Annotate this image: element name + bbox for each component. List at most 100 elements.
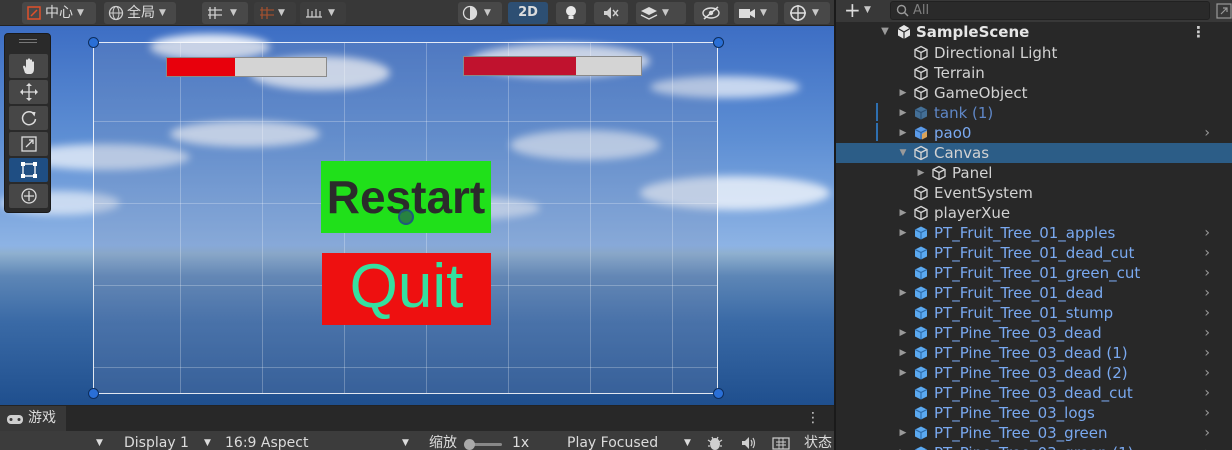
bug-icon[interactable] xyxy=(706,434,724,450)
hierarchy-item[interactable]: ▶ PT_Pine_Tree_03_green › xyxy=(836,423,1232,443)
hierarchy-item[interactable]: PT_Fruit_Tree_01_green_cut › xyxy=(836,263,1232,283)
hierarchy-item[interactable]: ▶ PT_Fruit_Tree_01_apples › xyxy=(836,223,1232,243)
chevron-right-icon[interactable]: › xyxy=(1204,343,1210,363)
chevron-right-icon[interactable]: › xyxy=(1204,423,1210,443)
fold-closed-icon[interactable]: ▶ xyxy=(916,163,926,183)
chevron-right-icon[interactable]: › xyxy=(1204,383,1210,403)
game-toolbar: ▼ Display 1 ▼ 16:9 Aspect ▼ 缩放 1x Play F… xyxy=(0,431,834,450)
tab-game[interactable]: 游戏 xyxy=(0,406,66,431)
hand-tool[interactable] xyxy=(9,54,48,78)
fold-open-icon[interactable]: ▼ xyxy=(898,143,908,163)
hierarchy-item[interactable]: ▶ GameObject xyxy=(836,83,1232,103)
hierarchy-item[interactable]: ▶ PT_Pine_Tree_03_green (1) › xyxy=(836,443,1232,450)
effects-dropdown[interactable]: ▼ xyxy=(636,2,686,24)
rect-handle-top-left[interactable] xyxy=(88,37,99,48)
chevron-right-icon[interactable]: › xyxy=(1204,223,1210,243)
quit-button[interactable]: Quit xyxy=(322,253,491,325)
grid-snap-button[interactable]: ▼ xyxy=(202,2,248,24)
hierarchy-item[interactable]: PT_Pine_Tree_03_dead_cut › xyxy=(836,383,1232,403)
rect-tool[interactable] xyxy=(9,158,48,182)
gameobject-cube-icon xyxy=(914,65,928,81)
space-dropdown[interactable]: 全局 ▼ xyxy=(104,2,176,24)
chevron-right-icon[interactable]: › xyxy=(1204,303,1210,323)
scale-slider-thumb[interactable] xyxy=(464,439,475,450)
ruler-icon xyxy=(306,9,322,18)
hierarchy-search-input[interactable]: All xyxy=(890,1,1210,20)
chevron-right-icon[interactable]: › xyxy=(1204,123,1210,143)
hierarchy-item[interactable]: PT_Fruit_Tree_01_stump › xyxy=(836,303,1232,323)
hierarchy-item[interactable]: Terrain xyxy=(836,63,1232,83)
fold-closed-icon[interactable]: ▶ xyxy=(898,123,908,143)
fold-closed-icon[interactable]: ▶ xyxy=(898,323,908,343)
fold-closed-icon[interactable]: ▶ xyxy=(898,103,908,123)
hierarchy-item[interactable]: ▶ tank (1) xyxy=(836,103,1232,123)
scale-icon xyxy=(20,136,37,152)
shading-mode-dropdown[interactable]: ▼ xyxy=(458,2,502,24)
fold-closed-icon[interactable]: ▶ xyxy=(898,423,908,443)
rect-handle-bottom-right[interactable] xyxy=(713,388,724,399)
fold-closed-icon[interactable]: ▶ xyxy=(898,83,908,103)
play-mode-dropdown[interactable]: Play Focused ▼ xyxy=(562,431,700,450)
increment-snap-button[interactable]: ▼ xyxy=(254,2,296,24)
snap-settings-button[interactable]: ▼ xyxy=(300,2,346,24)
2d-toggle[interactable]: 2D xyxy=(508,2,548,24)
hierarchy-item[interactable]: ▶ Panel xyxy=(836,163,1232,183)
rotate-tool[interactable] xyxy=(9,106,48,130)
chevron-right-icon[interactable]: › xyxy=(1204,363,1210,383)
scale-slider[interactable] xyxy=(464,439,502,450)
chevron-right-icon[interactable]: › xyxy=(1204,263,1210,283)
hierarchy-item[interactable]: ▶ PT_Pine_Tree_03_dead (2) › xyxy=(836,363,1232,383)
visibility-toggle[interactable] xyxy=(694,2,728,24)
display-dropdown[interactable]: Display 1 ▼ xyxy=(114,431,220,450)
add-object-button[interactable]: + xyxy=(844,0,861,20)
chevron-right-icon[interactable]: › xyxy=(1204,323,1210,343)
grid-line xyxy=(262,43,263,393)
fold-closed-icon[interactable]: ▶ xyxy=(898,283,908,303)
hierarchy-item[interactable]: ▶ pao0 › xyxy=(836,123,1232,143)
hierarchy-item[interactable]: PT_Fruit_Tree_01_dead_cut › xyxy=(836,243,1232,263)
fold-closed-icon[interactable]: ▶ xyxy=(898,203,908,223)
hierarchy-item[interactable]: ▶ playerXue xyxy=(836,203,1232,223)
scale-tool[interactable] xyxy=(9,132,48,156)
more-options-icon[interactable]: ⋮ xyxy=(806,410,820,426)
chevron-down-icon[interactable]: ▼ xyxy=(864,5,871,15)
chevron-right-icon[interactable]: › xyxy=(1204,243,1210,263)
fold-open-icon[interactable]: ▼ xyxy=(880,22,890,42)
chevron-right-icon[interactable]: › xyxy=(1204,443,1210,450)
speaker-icon[interactable] xyxy=(740,435,758,450)
palette-grip[interactable] xyxy=(19,39,37,43)
rect-handle-top-right[interactable] xyxy=(713,37,724,48)
fold-closed-icon[interactable]: ▶ xyxy=(898,343,908,363)
fold-closed-icon[interactable]: ▶ xyxy=(898,223,908,243)
fold-closed-icon[interactable]: ▶ xyxy=(898,443,908,450)
more-options-icon[interactable]: ⋮ xyxy=(1191,22,1206,42)
gamepad-icon xyxy=(7,414,23,424)
expand-icon[interactable] xyxy=(1216,3,1232,19)
scene-row[interactable]: ▼ SampleScene ⋮ xyxy=(836,22,1232,42)
game-tab-row: 游戏 ⋮ xyxy=(0,406,834,431)
audio-toggle[interactable] xyxy=(594,2,628,24)
pivot-gizmo-icon[interactable] xyxy=(398,209,414,225)
chevron-right-icon[interactable]: › xyxy=(1204,403,1210,423)
lighting-toggle[interactable] xyxy=(556,2,586,24)
camera-dropdown[interactable]: ▼ xyxy=(734,2,778,24)
gizmos-dropdown[interactable]: ▼ xyxy=(784,2,830,24)
keyboard-icon[interactable] xyxy=(772,436,790,450)
scene-viewport[interactable]: Restart Quit xyxy=(0,26,834,405)
rect-handle-bottom-left[interactable] xyxy=(88,388,99,399)
aspect-dropdown[interactable]: 16:9 Aspect ▼ xyxy=(222,431,418,450)
pivot-dropdown[interactable]: 中心 ▼ xyxy=(22,2,96,24)
hierarchy-item[interactable]: ▶ PT_Fruit_Tree_01_dead › xyxy=(836,283,1232,303)
hierarchy-item[interactable]: PT_Pine_Tree_03_logs › xyxy=(836,403,1232,423)
fold-closed-icon[interactable]: ▶ xyxy=(898,363,908,383)
hierarchy-item-label: EventSystem xyxy=(934,184,1033,202)
chevron-right-icon[interactable]: › xyxy=(1204,283,1210,303)
hierarchy-item[interactable]: ▼ Canvas xyxy=(836,143,1232,163)
transform-tool[interactable] xyxy=(9,184,48,208)
stats-button[interactable]: 状态 xyxy=(804,431,832,450)
hierarchy-item[interactable]: ▶ PT_Pine_Tree_03_dead › xyxy=(836,323,1232,343)
hierarchy-item[interactable]: ▶ PT_Pine_Tree_03_dead (1) › xyxy=(836,343,1232,363)
move-tool[interactable] xyxy=(9,80,48,104)
hierarchy-item[interactable]: Directional Light xyxy=(836,43,1232,63)
hierarchy-item[interactable]: EventSystem xyxy=(836,183,1232,203)
